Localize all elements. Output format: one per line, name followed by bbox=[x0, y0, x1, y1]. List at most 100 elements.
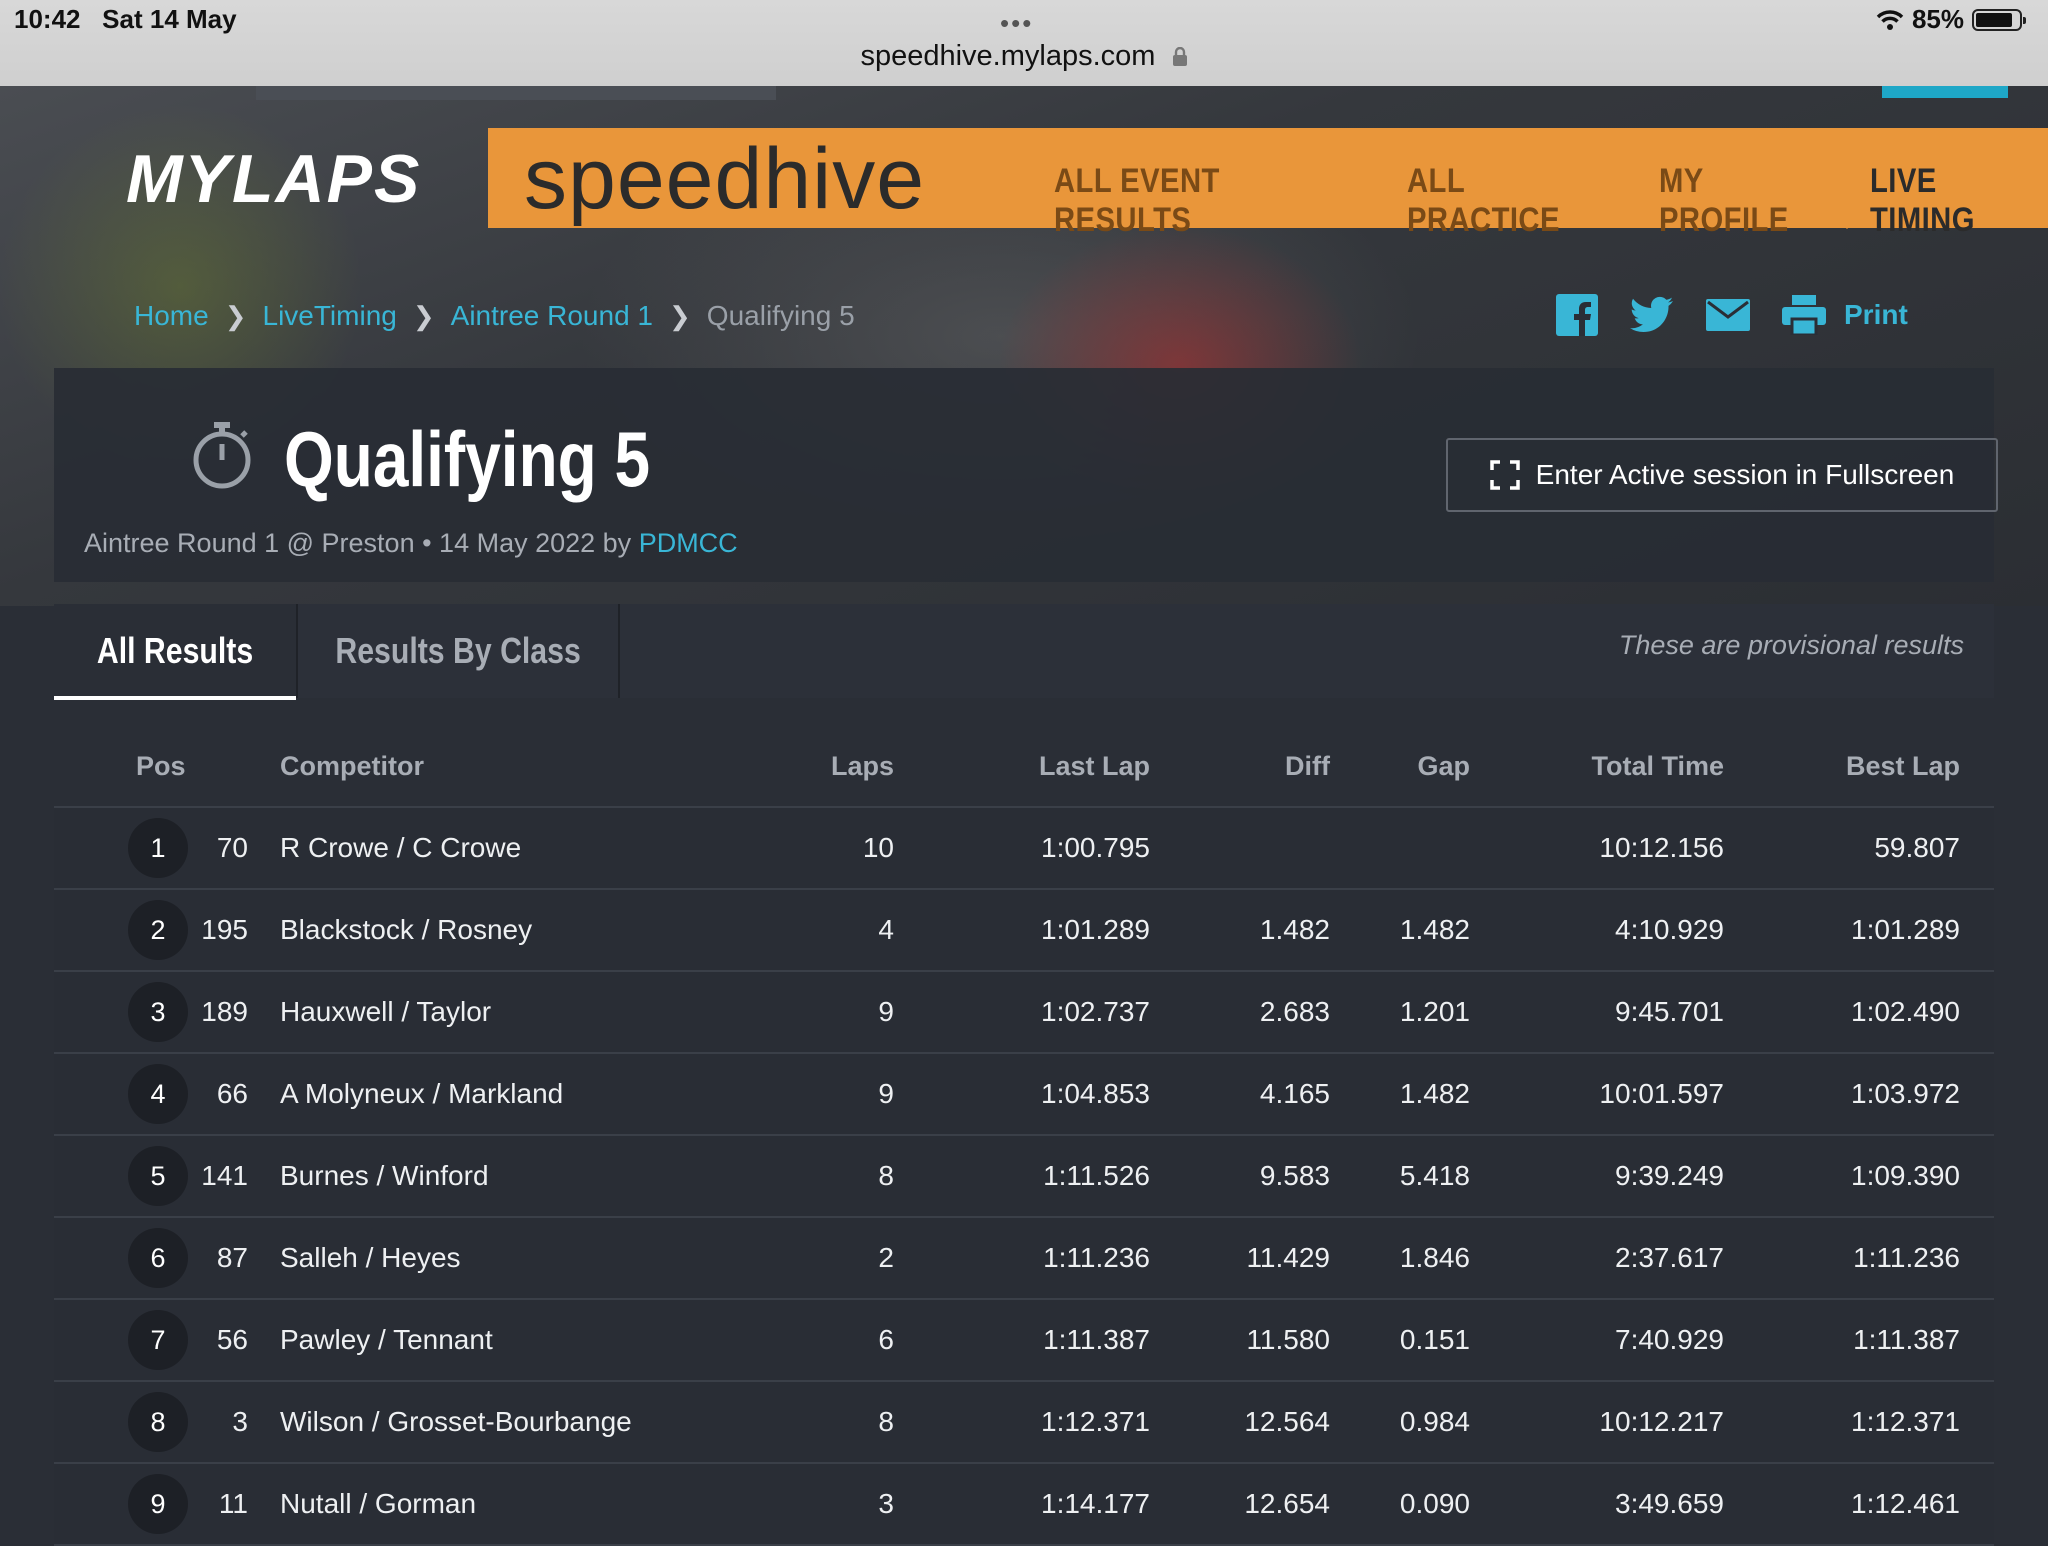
ios-status-bar: 10:42 Sat 14 May ••• speedhive.mylaps.co… bbox=[0, 0, 2048, 86]
table-row[interactable]: 4 66 A Molyneux / Markland 9 1:04.853 4.165 1.… bbox=[54, 1054, 1994, 1136]
tab-label: All Results bbox=[96, 630, 254, 671]
navbar: speedhive ALL EVENT RESULTS ALL PRACTICE… bbox=[488, 128, 2048, 239]
diff-cell: 12.654 bbox=[1244, 1488, 1330, 1519]
competitor-name[interactable]: Salleh / Heyes bbox=[280, 1218, 461, 1298]
nav-my-profile[interactable]: MY PROFILE bbox=[1659, 162, 1832, 240]
tab-results-by-class[interactable]: Results By Class bbox=[296, 604, 620, 698]
gap-cell: 1.201 bbox=[1399, 996, 1470, 1027]
best-lap-cell: 1:11.236 bbox=[1853, 1242, 1960, 1273]
col-last-lap[interactable]: Last Lap bbox=[1039, 726, 1150, 806]
competitor-number: 66 bbox=[216, 1078, 248, 1109]
gap-cell: 1.482 bbox=[1399, 1078, 1470, 1109]
more-dots-icon[interactable]: ••• bbox=[1000, 8, 1033, 39]
breadcrumb-home[interactable]: Home bbox=[134, 300, 209, 332]
table-row[interactable]: 9 11 Nutall / Gorman 3 1:14.177 12.654 0.090 3:… bbox=[54, 1464, 1994, 1546]
competitor-name[interactable]: Pawley / Tennant bbox=[280, 1300, 493, 1380]
last-lap-cell: 1:04.853 bbox=[1041, 1078, 1150, 1109]
decor-strip-accent bbox=[1882, 86, 2008, 98]
total-time-cell: 10:12.156 bbox=[1599, 832, 1724, 863]
competitor-name[interactable]: A Molyneux / Markland bbox=[280, 1054, 563, 1134]
fullscreen-button[interactable]: Enter Active session in Fullscreen bbox=[1446, 438, 1998, 512]
table-row[interactable]: 2 195 Blackstock / Rosney 4 1:01.289 1.482 1.4… bbox=[54, 890, 1994, 972]
battery-percent: 85% bbox=[1911, 4, 1964, 34]
gap-cell: 0.151 bbox=[1399, 1324, 1470, 1355]
gap-cell: 0.090 bbox=[1399, 1488, 1470, 1519]
session-panel: Qualifying 5 Aintree Round 1 @ Preston •… bbox=[54, 368, 1998, 1546]
gap-cell: 1.482 bbox=[1399, 914, 1470, 945]
active-nav-caret bbox=[1838, 220, 1856, 229]
competitor-name[interactable]: Wilson / Grosset-Bourbange bbox=[280, 1382, 632, 1462]
last-lap-cell: 1:02.737 bbox=[1041, 996, 1150, 1027]
col-gap[interactable]: Gap bbox=[1417, 726, 1470, 806]
gap-cell: 5.418 bbox=[1399, 1160, 1470, 1191]
col-pos[interactable]: Pos bbox=[136, 726, 186, 806]
twitter-icon[interactable] bbox=[1630, 296, 1674, 334]
laps-cell: 2 bbox=[878, 1242, 894, 1273]
nav-all-practice[interactable]: ALL PRACTICE bbox=[1407, 162, 1615, 240]
pos-badge: 3 bbox=[128, 982, 188, 1042]
mail-icon[interactable] bbox=[1706, 299, 1750, 331]
col-laps[interactable]: Laps bbox=[831, 726, 894, 806]
laps-cell: 6 bbox=[878, 1324, 894, 1355]
competitor-name[interactable]: Burnes / Winford bbox=[280, 1136, 489, 1216]
col-competitor[interactable]: Competitor bbox=[280, 726, 424, 806]
url-text: speedhive.mylaps.com bbox=[860, 40, 1156, 72]
diff-cell: 2.683 bbox=[1259, 996, 1330, 1027]
total-time-cell: 9:45.701 bbox=[1615, 996, 1724, 1027]
table-row[interactable]: 6 87 Salleh / Heyes 2 1:11.236 11.429 1.846 2:3… bbox=[54, 1218, 1994, 1300]
best-lap-cell: 1:01.289 bbox=[1851, 914, 1960, 945]
diff-cell: 12.564 bbox=[1244, 1406, 1330, 1437]
laps-cell: 3 bbox=[878, 1488, 894, 1519]
table-row[interactable]: 5 141 Burnes / Winford 8 1:11.526 9.583 5.418 9… bbox=[54, 1136, 1994, 1218]
best-lap-cell: 1:12.461 bbox=[1851, 1488, 1960, 1519]
breadcrumb-current: Qualifying 5 bbox=[706, 300, 855, 331]
breadcrumb-event[interactable]: Aintree Round 1 bbox=[451, 300, 653, 332]
diff-cell: 11.429 bbox=[1246, 1242, 1330, 1273]
table-row[interactable]: 8 3 Wilson / Grosset-Bourbange 8 1:12.371 12.… bbox=[54, 1382, 1994, 1464]
facebook-icon[interactable] bbox=[1556, 294, 1598, 336]
total-time-cell: 7:40.929 bbox=[1615, 1324, 1724, 1355]
diff-cell: 4.165 bbox=[1259, 1078, 1330, 1109]
competitor-name[interactable]: Nutall / Gorman bbox=[280, 1464, 476, 1544]
fullscreen-icon bbox=[1489, 460, 1520, 490]
breadcrumb-livetiming[interactable]: LiveTiming bbox=[263, 300, 397, 332]
table-body: 1 70 R Crowe / C Crowe 10 1:00.795 10:12.156 5… bbox=[54, 808, 1994, 1546]
pos-badge: 8 bbox=[128, 1392, 188, 1452]
laps-cell: 10 bbox=[862, 832, 894, 863]
print-link[interactable]: Print bbox=[1844, 299, 1908, 331]
table-row[interactable]: 3 189 Hauxwell / Taylor 9 1:02.737 2.683 1.201… bbox=[54, 972, 1994, 1054]
table-row[interactable]: 1 70 R Crowe / C Crowe 10 1:00.795 10:12.156 5… bbox=[54, 808, 1994, 890]
diff-cell: 11.580 bbox=[1246, 1324, 1330, 1355]
competitor-name[interactable]: R Crowe / C Crowe bbox=[280, 808, 521, 888]
competitor-name[interactable]: Blackstock / Rosney bbox=[280, 890, 532, 970]
pos-badge: 1 bbox=[128, 818, 188, 878]
col-diff[interactable]: Diff bbox=[1285, 726, 1330, 806]
laps-cell: 4 bbox=[878, 914, 894, 945]
competitor-name[interactable]: Hauxwell / Taylor bbox=[280, 972, 491, 1052]
clock: 10:42 bbox=[14, 4, 81, 34]
col-total-time[interactable]: Total Time bbox=[1591, 726, 1724, 806]
address-bar[interactable]: speedhive.mylaps.com bbox=[0, 40, 2048, 73]
nav-all-event-results[interactable]: ALL EVENT RESULTS bbox=[1054, 162, 1349, 240]
printer-icon[interactable] bbox=[1782, 295, 1826, 335]
laps-cell: 9 bbox=[878, 996, 894, 1027]
battery-icon bbox=[1972, 8, 2026, 31]
lock-icon bbox=[1172, 47, 1187, 67]
chevron-right-icon: ❯ bbox=[669, 300, 691, 331]
last-lap-cell: 1:14.177 bbox=[1041, 1488, 1150, 1519]
provisional-note: These are provisional results bbox=[1618, 630, 1964, 660]
best-lap-cell: 1:11.387 bbox=[1853, 1324, 1960, 1355]
tab-all-results[interactable]: All Results bbox=[54, 604, 296, 700]
last-lap-cell: 1:11.526 bbox=[1043, 1160, 1150, 1191]
organizer-link[interactable]: PDMCC bbox=[639, 528, 738, 558]
mylaps-logo[interactable]: MYLAPS bbox=[126, 140, 421, 218]
table-row[interactable]: 7 56 Pawley / Tennant 6 1:11.387 11.580 0.151 7… bbox=[54, 1300, 1994, 1382]
total-time-cell: 3:49.659 bbox=[1615, 1488, 1724, 1519]
col-best-lap[interactable]: Best Lap bbox=[1846, 726, 1960, 806]
session-info: Aintree Round 1 @ Preston • 14 May 2022 … bbox=[84, 528, 632, 558]
chevron-right-icon: ❯ bbox=[412, 300, 435, 331]
speedhive-brand[interactable]: speedhive bbox=[524, 130, 925, 229]
nav-live-timing[interactable]: LIVE TIMING bbox=[1870, 162, 2041, 240]
decor-strip bbox=[256, 86, 776, 100]
pos-badge: 2 bbox=[128, 900, 188, 960]
